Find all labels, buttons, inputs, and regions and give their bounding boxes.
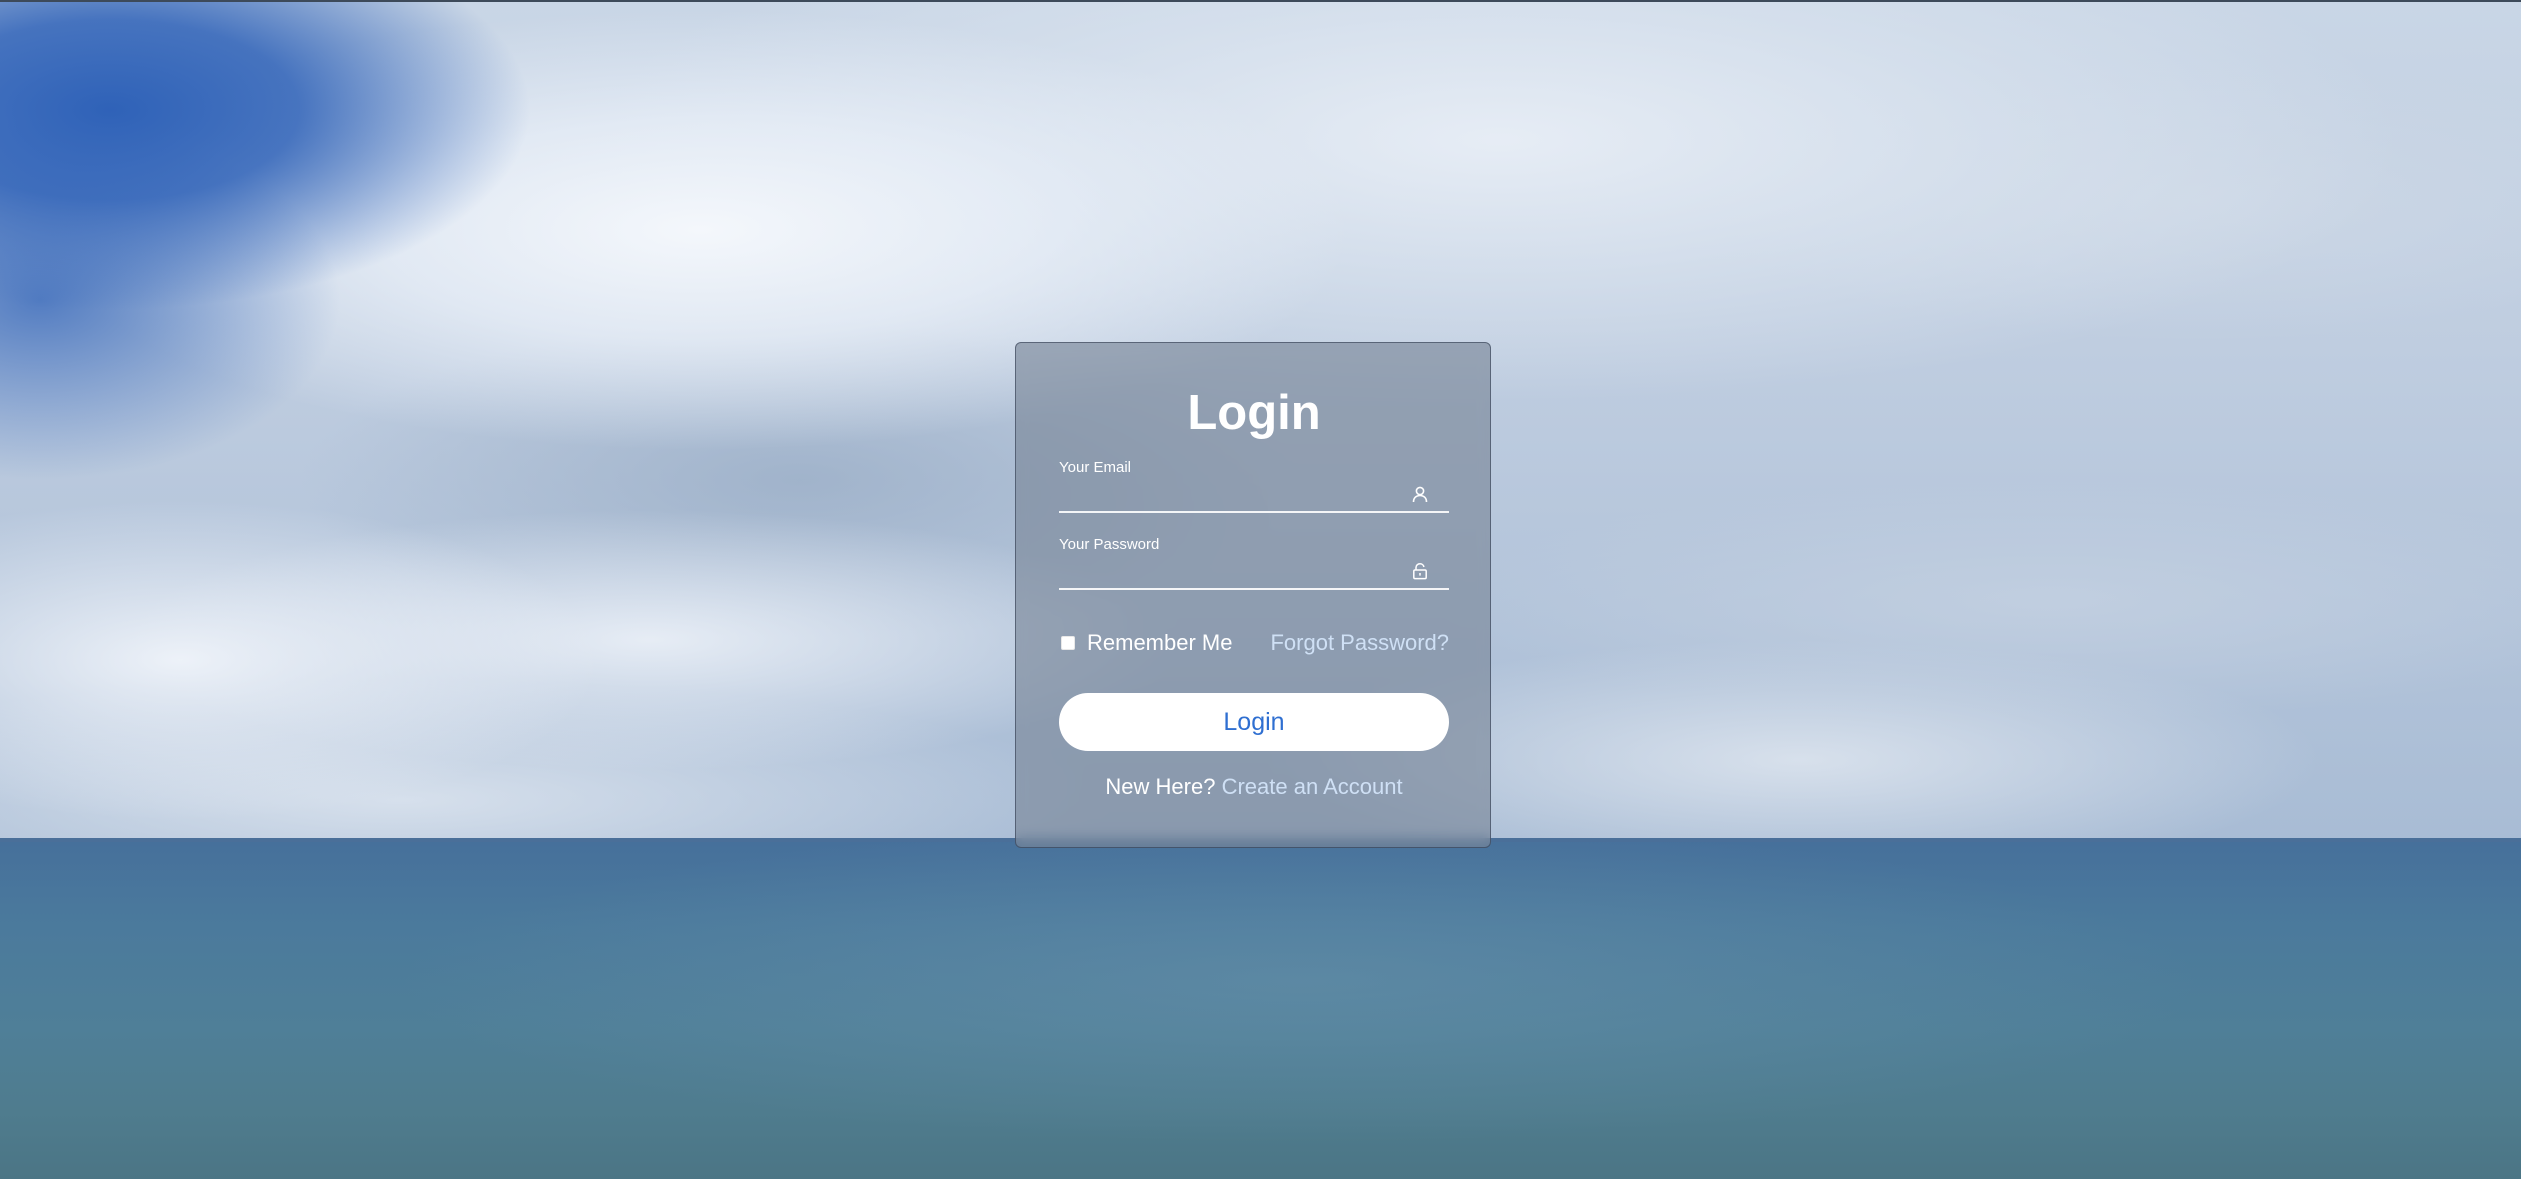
create-account-link[interactable]: Create an Account xyxy=(1222,774,1403,799)
sea-background xyxy=(0,842,2521,1179)
password-label: Your Password xyxy=(1059,536,1160,553)
login-card: Login Your Email Your Password Remember … xyxy=(1015,342,1491,848)
lock-icon xyxy=(1411,562,1429,580)
user-icon xyxy=(1411,485,1429,503)
email-label: Your Email xyxy=(1059,459,1131,476)
email-input[interactable] xyxy=(1059,477,1403,509)
password-input[interactable] xyxy=(1059,554,1403,586)
login-title: Login xyxy=(1187,386,1321,440)
top-border xyxy=(0,0,2521,2)
remember-me-checkbox[interactable] xyxy=(1061,636,1075,650)
background-scene: Login Your Email Your Password Remember … xyxy=(0,0,2521,1179)
password-field-wrapper xyxy=(1059,554,1449,590)
forgot-password-link[interactable]: Forgot Password? xyxy=(1270,630,1449,656)
email-field-wrapper xyxy=(1059,477,1449,513)
signup-prompt: New Here? Create an Account xyxy=(1016,773,1492,801)
signup-question: New Here? xyxy=(1105,774,1216,799)
login-button[interactable]: Login xyxy=(1059,693,1449,751)
options-row: Remember Me Forgot Password? xyxy=(1059,629,1449,657)
remember-me-label[interactable]: Remember Me xyxy=(1087,630,1232,656)
